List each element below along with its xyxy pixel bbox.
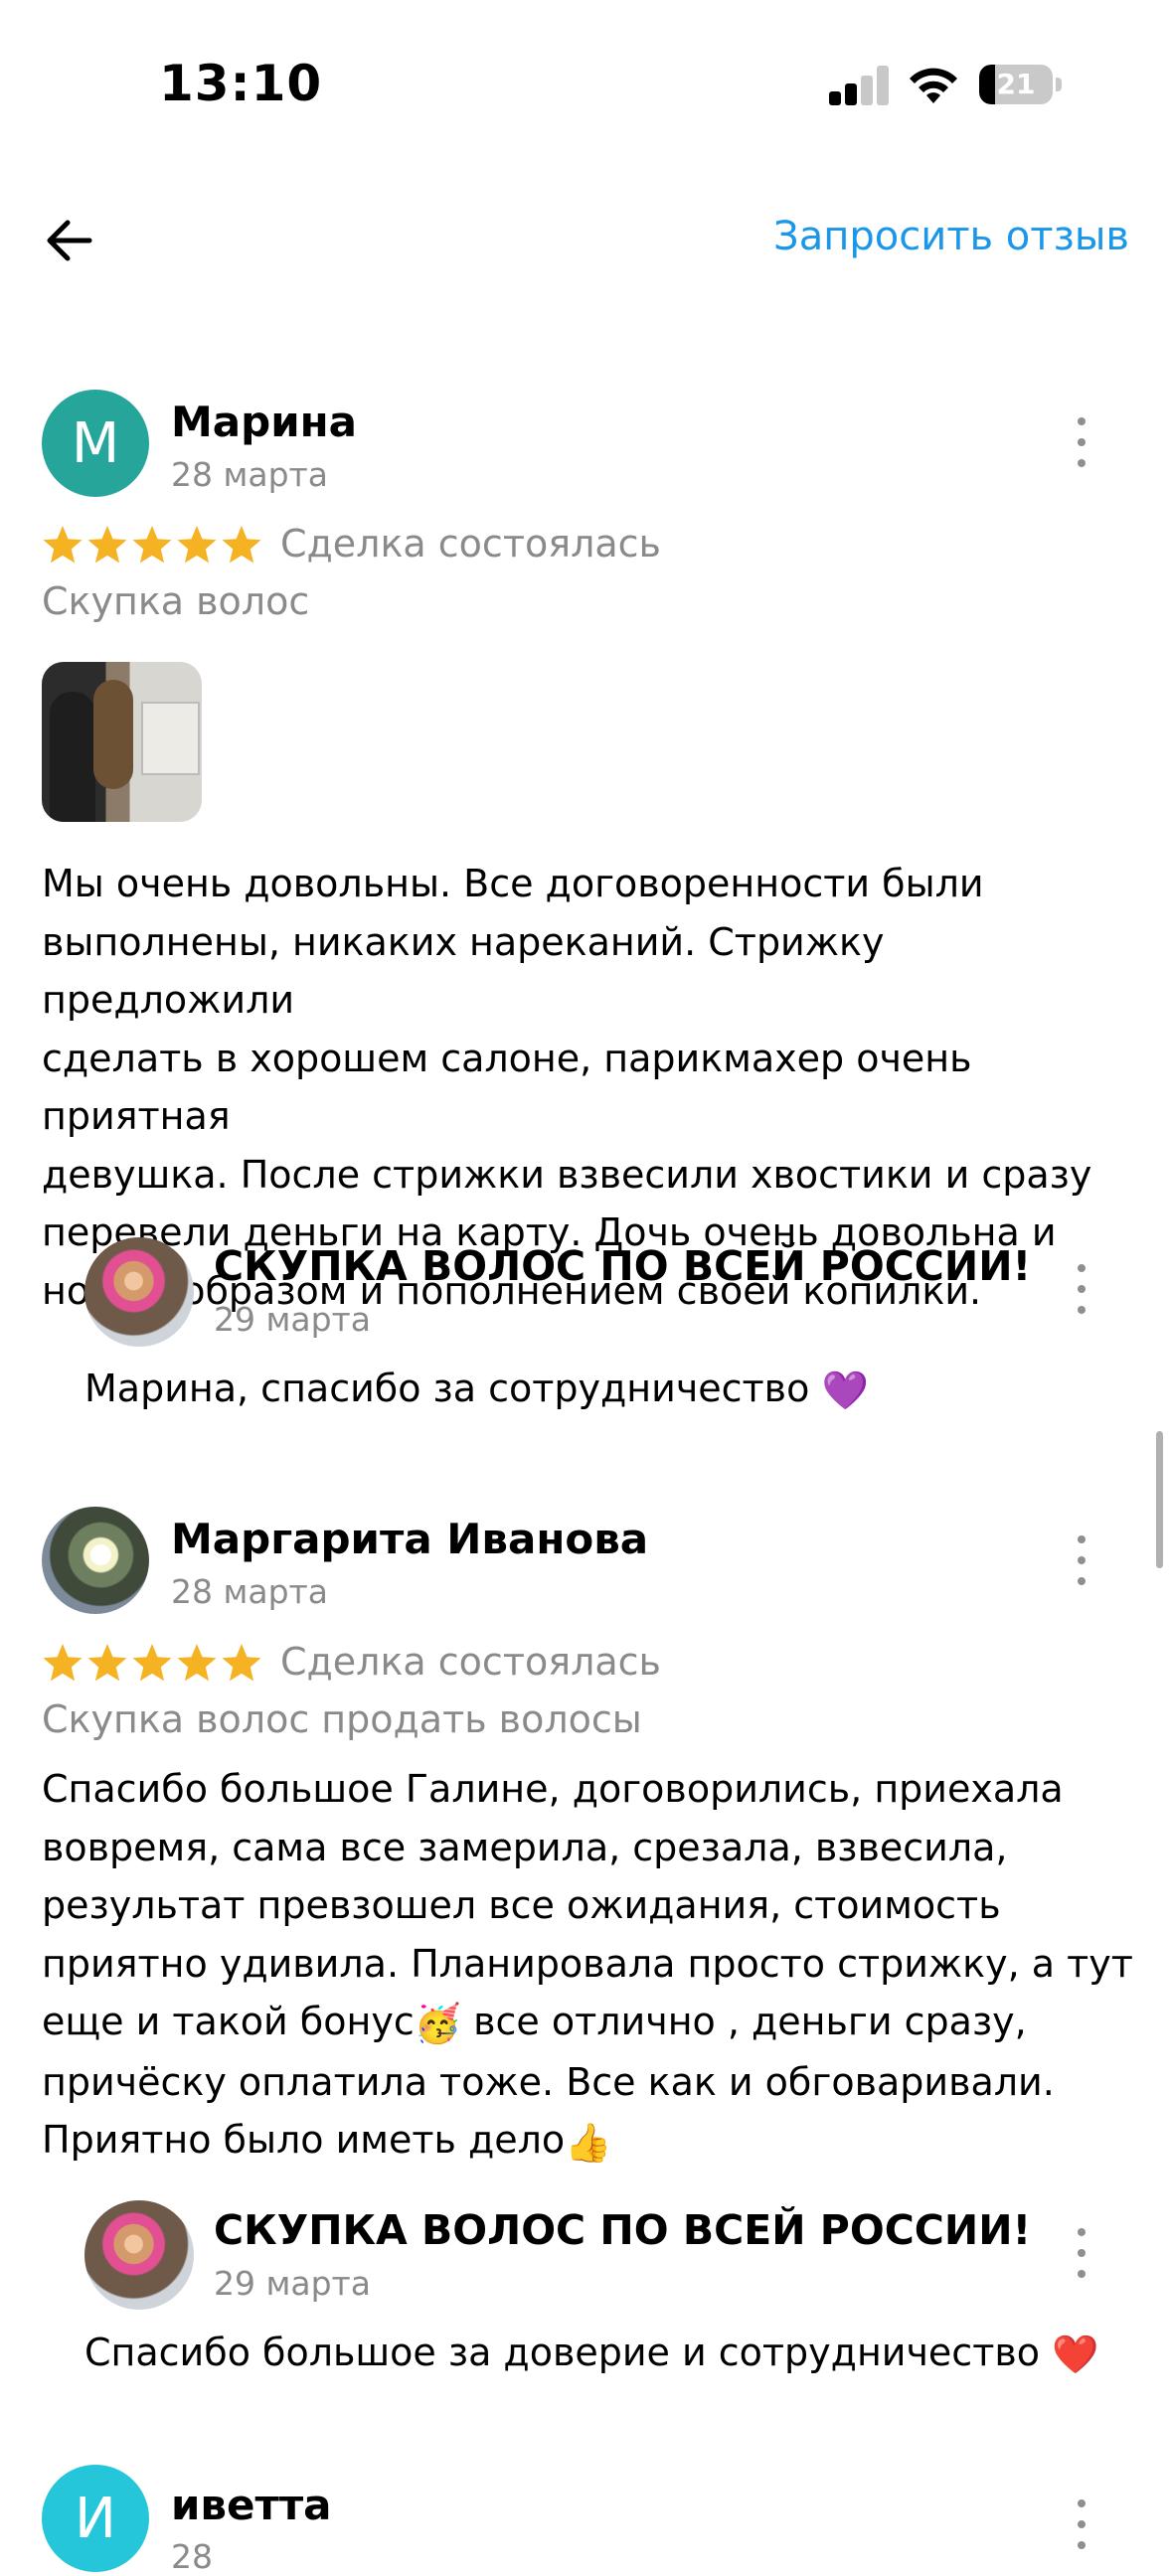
more-options-icon[interactable]: [1065, 417, 1098, 467]
review-author[interactable]: иветта: [171, 2481, 332, 2529]
review-date: 28: [171, 2537, 213, 2576]
battery-icon: 21: [979, 65, 1063, 106]
more-options-icon[interactable]: [1065, 1535, 1098, 1585]
star-icon: [43, 526, 83, 564]
reply-date: 29 марта: [214, 1300, 371, 1339]
avatar[interactable]: М: [42, 390, 149, 497]
star-icon: [43, 1644, 83, 1682]
cellular-signal-icon: [829, 66, 891, 105]
reply-text: Спасибо большое за доверие и сотрудничес…: [84, 2331, 1099, 2376]
review-category: Скупка волос: [42, 579, 310, 623]
status-time: 13:10: [159, 55, 323, 112]
deal-status: Сделка состоялась: [280, 1640, 661, 1684]
star-icon: [177, 526, 217, 564]
more-options-icon[interactable]: [1065, 1264, 1098, 1314]
star-icon: [177, 1644, 217, 1682]
avatar[interactable]: И: [42, 2465, 149, 2572]
battery-level: 21: [996, 68, 1036, 100]
purple-heart-emoji: 💜: [821, 1368, 869, 1412]
scrollbar[interactable]: [1156, 1431, 1163, 1568]
thumbs-up-emoji: 👍: [565, 2120, 612, 2165]
star-icon: [87, 526, 127, 564]
review-text: Спасибо большое Галине, договорились, пр…: [42, 1760, 1145, 2172]
seller-avatar[interactable]: [84, 1237, 194, 1347]
deal-status: Сделка состоялась: [280, 522, 661, 565]
reply-author[interactable]: СКУПКА ВОЛОС ПО ВСЕЙ РОССИИ!: [214, 1242, 1031, 1290]
review-category: Скупка волос продать волосы: [42, 1697, 642, 1741]
request-review-button[interactable]: Запросить отзыв: [773, 214, 1129, 259]
back-arrow-icon[interactable]: [40, 209, 103, 272]
star-icon: [132, 526, 172, 564]
seller-avatar[interactable]: [84, 2200, 194, 2310]
red-heart-emoji: ❤️: [1052, 2333, 1099, 2376]
review-date: 28 марта: [171, 455, 328, 494]
wifi-icon: [910, 68, 957, 103]
review-date: 28 марта: [171, 1572, 328, 1611]
reply-author[interactable]: СКУПКА ВОЛОС ПО ВСЕЙ РОССИИ!: [214, 2206, 1031, 2254]
review-author[interactable]: Маргарита Иванова: [171, 1515, 648, 1563]
avatar[interactable]: [42, 1507, 149, 1614]
avatar-letter: И: [75, 2486, 116, 2551]
rating-stars: [42, 524, 262, 565]
star-icon: [222, 1644, 261, 1682]
reply-date: 29 марта: [214, 2264, 371, 2303]
party-emoji: 🥳: [414, 2002, 462, 2046]
review-author[interactable]: Марина: [171, 398, 357, 446]
reply-text: Марина, спасибо за сотрудничество 💜: [84, 1367, 869, 1412]
star-icon: [222, 526, 261, 564]
star-icon: [87, 1644, 127, 1682]
more-options-icon[interactable]: [1065, 2228, 1098, 2278]
review-photo[interactable]: [42, 662, 202, 822]
avatar-letter: М: [71, 410, 120, 476]
more-options-icon[interactable]: [1065, 2499, 1098, 2549]
rating-stars: [42, 1642, 262, 1684]
star-icon: [132, 1644, 172, 1682]
